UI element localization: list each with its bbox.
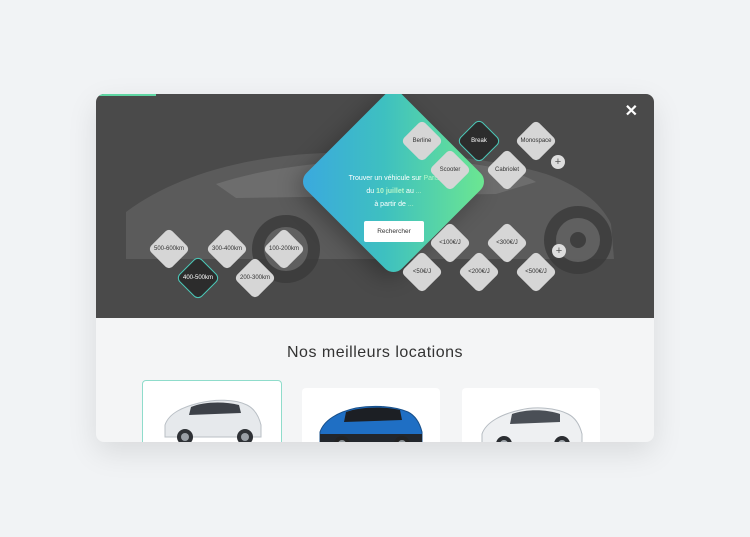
- car-image-blue-compact-ev: [319, 405, 423, 442]
- search-line-3: à partir de ...: [286, 198, 502, 211]
- distance-tile-200-300[interactable]: 200-300km: [233, 256, 277, 300]
- price-tile-500[interactable]: <500€/J: [514, 250, 558, 294]
- tile-label: <500€/J: [525, 269, 547, 275]
- tile-label: 200-300km: [239, 275, 271, 281]
- close-icon[interactable]: ✕: [625, 101, 638, 121]
- price-tile-200[interactable]: <200€/J: [457, 250, 501, 294]
- tile-label: <200€/J: [468, 269, 490, 275]
- location-card-2[interactable]: [302, 388, 440, 442]
- price-value[interactable]: ...: [408, 201, 414, 208]
- more-prices-button[interactable]: +: [552, 244, 566, 258]
- category-tile-scooter[interactable]: Scooter: [428, 148, 472, 192]
- tile-label: Cabriolet: [494, 167, 519, 173]
- date-from-value[interactable]: 10 juillet: [376, 188, 404, 195]
- line3-prefix: à partir de: [374, 201, 408, 208]
- car-image-white-ev-hatchback: [481, 407, 583, 442]
- section-title: Nos meilleurs locations: [286, 344, 463, 361]
- distance-tile-400-500[interactable]: 400-500km: [176, 256, 220, 300]
- hero-banner: ✕ Trouver un véhicule sur Paris du 10 ju…: [96, 94, 654, 318]
- tile-label: 400-500km: [182, 275, 214, 281]
- search-button[interactable]: Rechercher: [364, 221, 424, 242]
- location-card-1[interactable]: [142, 380, 282, 442]
- tile-label: Scooter: [439, 167, 461, 173]
- more-categories-button[interactable]: +: [551, 155, 565, 169]
- search-modal: ✕ Trouver un véhicule sur Paris du 10 ju…: [96, 94, 654, 442]
- car-image-white-hatchback: [164, 399, 262, 442]
- date-to-value[interactable]: ...: [416, 188, 422, 195]
- category-tile-cabriolet[interactable]: Cabriolet: [485, 148, 529, 192]
- headline-prefix: Trouver un véhicule sur: [348, 175, 424, 182]
- line2-prefix: du: [366, 188, 377, 195]
- line2-mid: au: [404, 188, 416, 195]
- tile-label: <50€/J: [412, 269, 432, 275]
- price-tile-50[interactable]: <50€/J: [400, 250, 444, 294]
- location-card-3[interactable]: [462, 388, 600, 442]
